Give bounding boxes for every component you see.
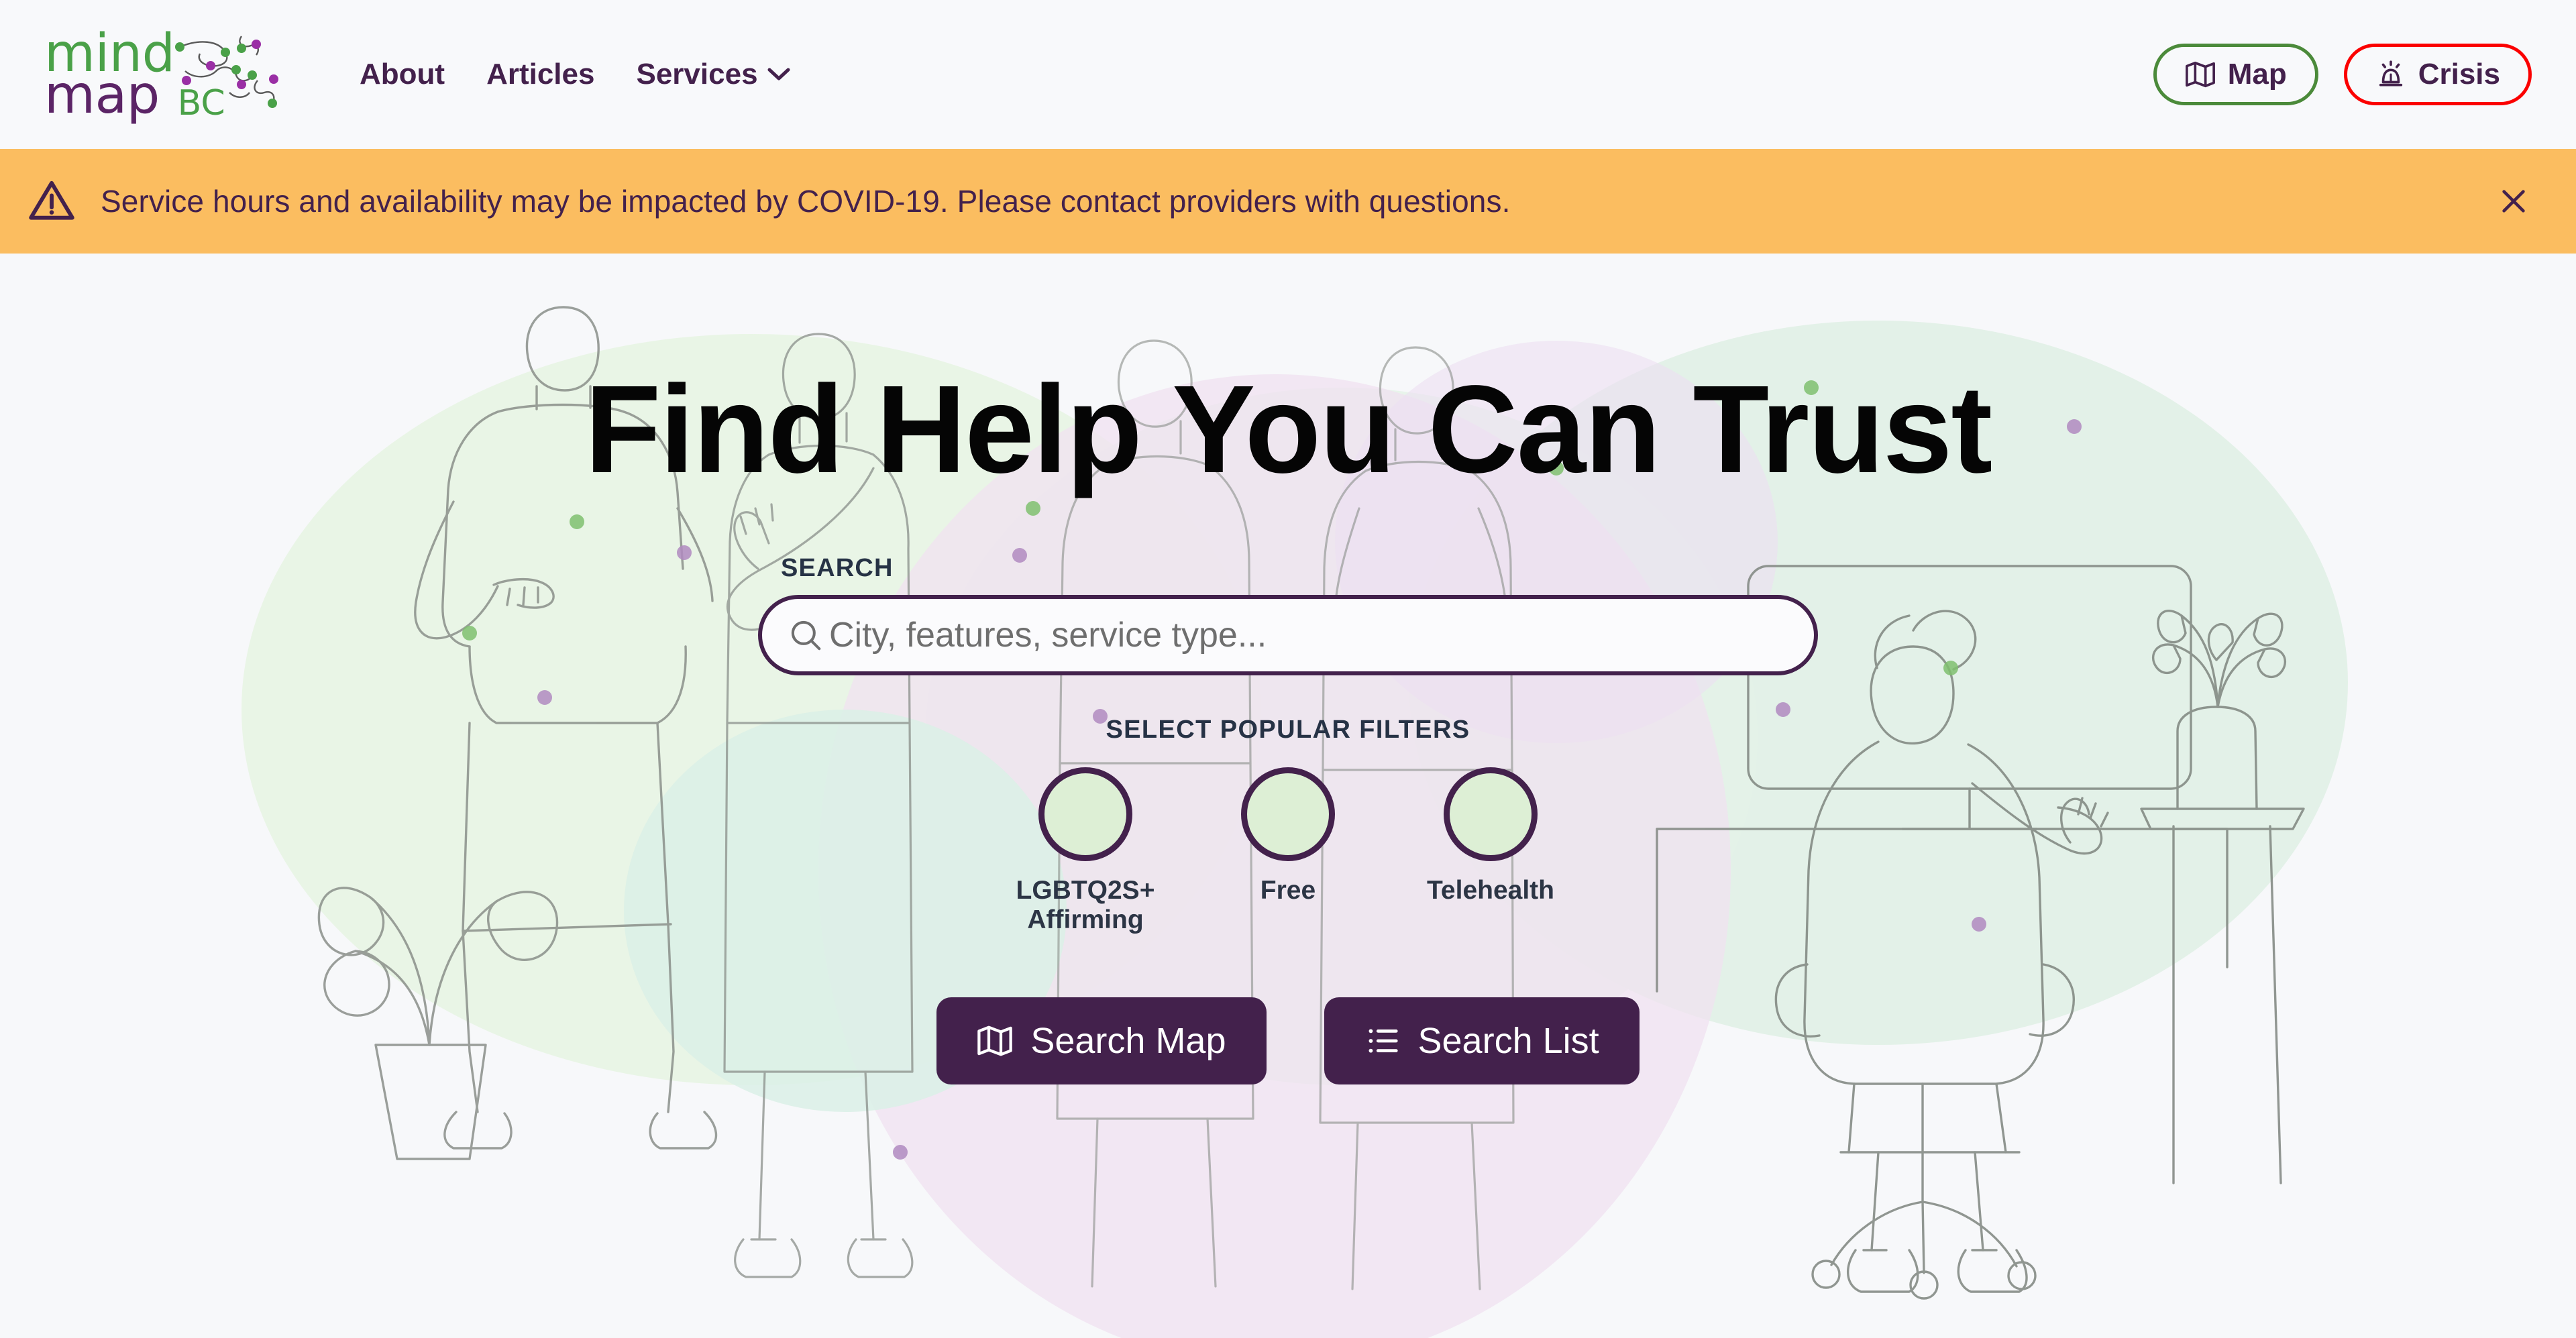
- filter-label: LGBTQ2S+ Affirming: [1016, 876, 1155, 935]
- search-icon: [788, 617, 824, 653]
- filter-circle: [1038, 767, 1132, 861]
- nav-label-services: Services: [636, 58, 758, 91]
- search-map-label: Search Map: [1030, 1020, 1226, 1061]
- nav-item-about[interactable]: About: [360, 58, 445, 91]
- nav-label-articles: Articles: [486, 58, 595, 91]
- logo-text-map: map: [44, 65, 160, 125]
- search-input[interactable]: [829, 599, 1788, 671]
- network-nodes-icon: [175, 36, 278, 108]
- filter-free[interactable]: Free: [1211, 767, 1365, 905]
- nav-item-articles[interactable]: Articles: [486, 58, 594, 91]
- map-icon: [977, 1025, 1013, 1056]
- logo[interactable]: mind map BC: [44, 24, 292, 125]
- page-title: Find Help You Can Trust: [584, 360, 1993, 499]
- map-icon: [2185, 61, 2215, 88]
- hero-content: Find Help You Can Trust SEARCH SELECT PO…: [0, 254, 2576, 1084]
- warning-triangle-icon: [27, 176, 76, 226]
- search-box[interactable]: [758, 595, 1818, 675]
- header-actions: Map Crisis: [2153, 44, 2532, 105]
- site-header: mind map BC About Articles Services Map …: [0, 0, 2576, 149]
- filter-circle: [1444, 767, 1538, 861]
- main-navigation: About Articles Services: [360, 58, 790, 91]
- filter-label: Free: [1260, 876, 1316, 905]
- covid-alert-banner: Service hours and availability may be im…: [0, 149, 2576, 254]
- filters-label: SELECT POPULAR FILTERS: [1106, 716, 1470, 744]
- map-button[interactable]: Map: [2153, 44, 2318, 105]
- list-icon: [1368, 1029, 1398, 1053]
- search-label: SEARCH: [781, 554, 894, 582]
- close-icon[interactable]: [2498, 186, 2529, 217]
- cta-row: Search Map Search List: [936, 997, 1640, 1084]
- search-list-button[interactable]: Search List: [1324, 997, 1640, 1084]
- map-button-label: Map: [2227, 58, 2287, 91]
- search-map-button[interactable]: Search Map: [936, 997, 1267, 1084]
- nav-item-services[interactable]: Services: [636, 58, 790, 91]
- chevron-down-icon: [767, 68, 790, 80]
- crisis-button[interactable]: Crisis: [2343, 44, 2532, 105]
- siren-icon: [2379, 60, 2402, 87]
- logo-wordmark: mind map: [44, 27, 175, 125]
- search-block: SEARCH: [758, 554, 1818, 675]
- popular-filters: LGBTQ2S+ Affirming Free Telehealth: [1008, 767, 1568, 936]
- hero-section: Find Help You Can Trust SEARCH SELECT PO…: [0, 254, 2576, 1338]
- filter-telehealth[interactable]: Telehealth: [1413, 767, 1568, 905]
- filter-lgbtq2s-affirming[interactable]: LGBTQ2S+ Affirming: [1008, 767, 1163, 936]
- search-list-label: Search List: [1417, 1020, 1599, 1061]
- crisis-button-label: Crisis: [2418, 58, 2500, 91]
- nav-label-about: About: [360, 58, 445, 91]
- filter-label: Telehealth: [1427, 876, 1554, 905]
- filter-circle: [1241, 767, 1335, 861]
- banner-message: Service hours and availability may be im…: [101, 184, 1511, 219]
